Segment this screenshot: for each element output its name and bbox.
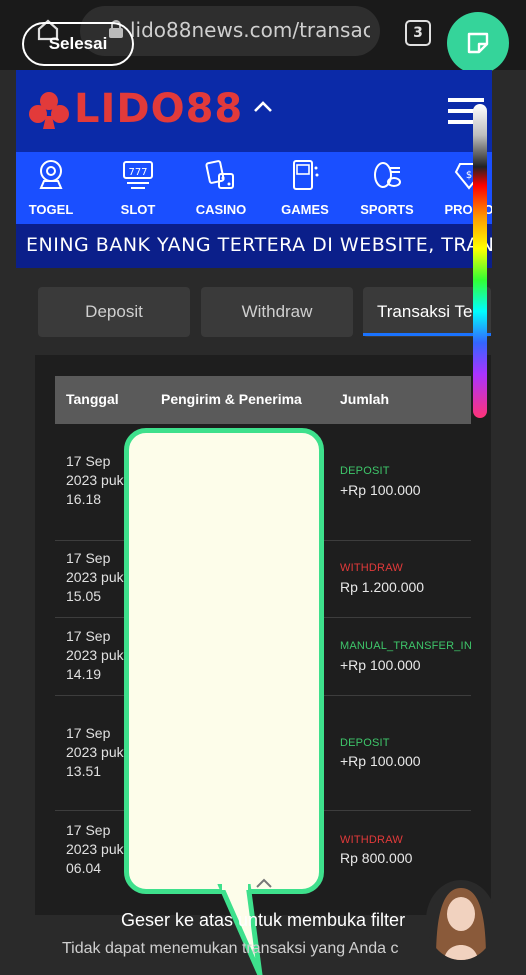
slot-machine-icon: 777 (123, 161, 153, 189)
done-button[interactable]: Selesai (22, 22, 134, 66)
row-type: DEPOSIT (340, 465, 390, 477)
column-header-amount: Jumlah (340, 391, 390, 407)
row-type: WITHDRAW (340, 562, 403, 574)
svg-text:$: $ (466, 170, 472, 181)
nav-label: CASINO (195, 202, 247, 217)
nav-label: TOGEL (28, 202, 74, 217)
nav-item-slot[interactable]: 777 SLOT (103, 152, 173, 224)
color-picker-slider[interactable] (473, 104, 487, 418)
nav-label: GAMES (281, 202, 329, 217)
row-type: DEPOSIT (340, 737, 390, 749)
nav-item-togel[interactable]: TOGEL (16, 152, 86, 224)
row-amount: +Rp 100.000 (340, 657, 421, 673)
lottery-icon (39, 160, 63, 189)
nav-item-sports[interactable]: SPORTS (352, 152, 422, 224)
arcade-icon (293, 160, 319, 190)
column-header-date: Tanggal (66, 391, 119, 407)
url-text[interactable]: lido88news.com/transac (130, 18, 370, 42)
row-amount: Rp 800.000 (340, 850, 413, 866)
chevron-up-icon (256, 878, 272, 888)
avatar-image (426, 880, 496, 960)
chevron-up-icon[interactable] (252, 98, 274, 114)
row-type: MANUAL_TRANSFER_IN (340, 640, 472, 652)
nav-label: SLOT (120, 202, 156, 217)
browser-toolbar: lido88news.com/transac Selesai 3 (0, 0, 526, 74)
sports-icon (374, 162, 401, 188)
cards-dice-icon (205, 160, 234, 189)
announcement-marquee: ENING BANK YANG TERTERA DI WEBSITE, TRAN… (16, 224, 492, 268)
nav-item-games[interactable]: GAMES (270, 152, 340, 224)
support-avatar[interactable] (426, 880, 496, 960)
row-amount: Rp 1.200.000 (340, 579, 425, 595)
tab-transactions[interactable]: Transaksi Te (363, 287, 491, 337)
site-logo[interactable]: LIDO88 (74, 86, 243, 132)
column-header-parties: Pengirim & Penerima (161, 391, 302, 407)
announcement-text: ENING BANK YANG TERTERA DI WEBSITE, TRAN… (26, 234, 492, 256)
svg-text:777: 777 (128, 167, 147, 178)
tab-withdraw[interactable]: Withdraw (201, 287, 353, 337)
category-nav: TOGEL 777 SLOT CASINO GAMES SPORTS $ PRO… (16, 152, 492, 224)
row-amount: +Rp 100.000 (340, 753, 421, 769)
empty-state-text: Tidak dapat menemukan transaksi yang And… (62, 940, 399, 957)
tab-count-button[interactable]: 3 (405, 20, 431, 46)
site-header: LIDO88 (16, 70, 492, 152)
club-logo-icon (29, 92, 69, 129)
active-tab-indicator (363, 333, 491, 336)
redaction-overlay (124, 428, 324, 894)
row-type: WITHDRAW (340, 834, 403, 846)
sticker-button[interactable] (447, 12, 509, 74)
nav-label: SPORTS (360, 202, 414, 217)
sticker-icon (467, 32, 489, 54)
row-amount: +Rp 100.000 (340, 482, 421, 498)
tab-deposit[interactable]: Deposit (38, 287, 190, 337)
table-header: Tanggal Pengirim & Penerima Jumlah (55, 376, 471, 424)
nav-item-casino[interactable]: CASINO (186, 152, 256, 224)
